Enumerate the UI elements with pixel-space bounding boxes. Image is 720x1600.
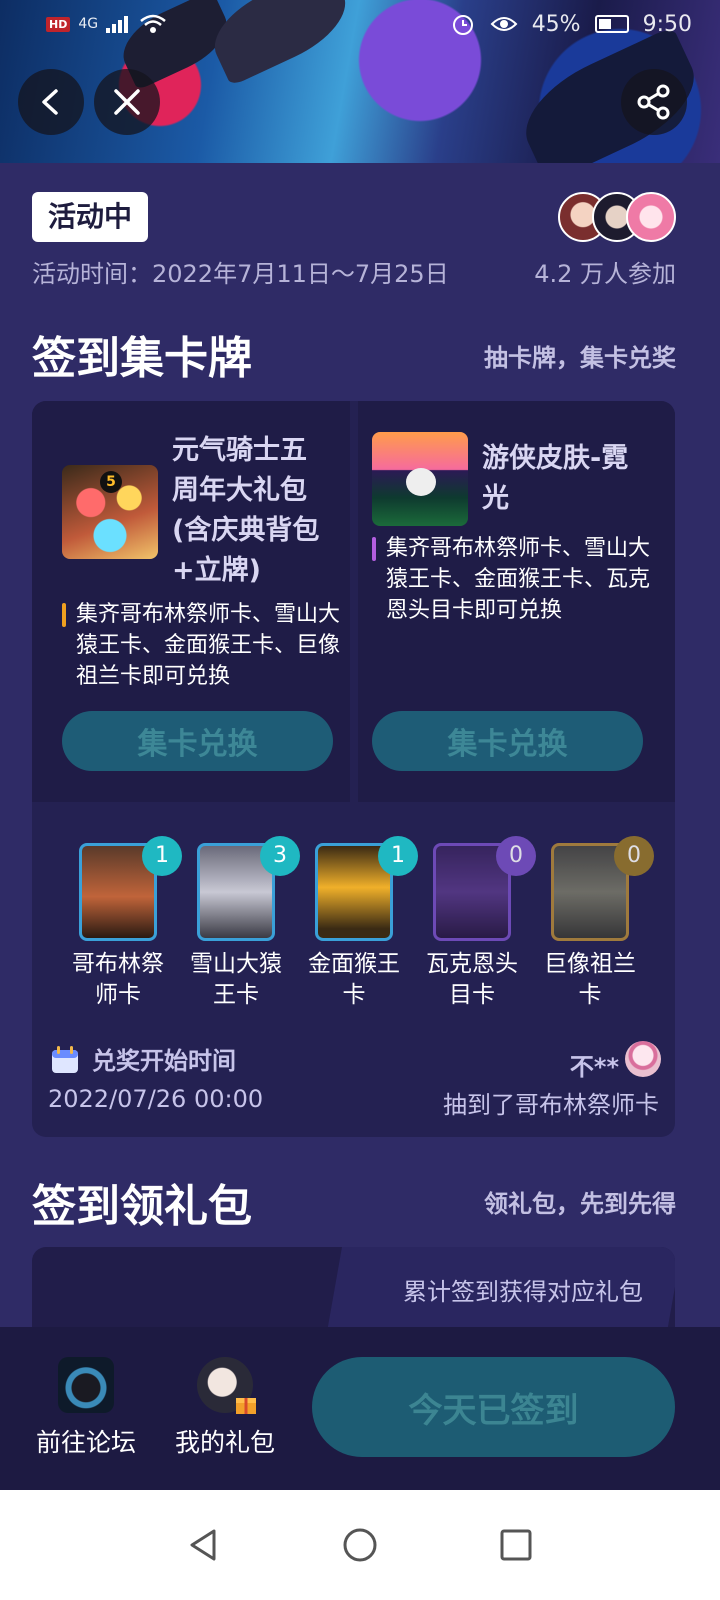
card-collection-panel: 5 元气骑士五周年大礼包(含庆典背包+立牌) 集齐哥布林祭师卡、雪山大猿王卡、金… (32, 401, 675, 1137)
section-title-cards: 签到集卡牌 (32, 333, 252, 384)
card-item-snow-ape-king[interactable]: 3 雪山大猿王卡 (181, 831, 300, 1011)
card-image: 0 (551, 836, 654, 941)
close-button[interactable] (94, 69, 160, 135)
redeem-button[interactable]: 集卡兑换 (372, 711, 643, 771)
reward-condition-text: 集齐哥布林祭师卡、雪山大猿王卡、金面猴王卡、瓦克恩头目卡即可兑换 (386, 536, 651, 623)
system-navigation-bar (0, 1490, 720, 1600)
winner-detail: 抽到了哥布林祭师卡 (443, 1091, 659, 1119)
reward-thumbnail (372, 432, 468, 526)
winner-name: 不** (569, 1053, 619, 1081)
battery-percent: 45% (531, 11, 581, 37)
reward-name: 元气骑士五周年大礼包(含庆典背包+立牌) (172, 435, 320, 586)
card-label: 金面猴王卡 (308, 951, 400, 1008)
forum-icon (58, 1357, 114, 1413)
card-collection-row: 1 哥布林祭师卡 3 雪山大猿王卡 1 金面猴王卡 0 瓦克恩头目卡 0 巨像祖… (32, 831, 675, 1021)
hd-indicator: HD (46, 16, 71, 32)
nav-back-icon[interactable] (186, 1527, 222, 1563)
card-label: 瓦克恩头目卡 (426, 951, 518, 1008)
reward-thumbnail: 5 (62, 465, 158, 559)
status-badge: 活动中 (32, 192, 149, 242)
share-button[interactable] (621, 69, 687, 135)
my-gifts-label: 我的礼包 (174, 1428, 275, 1457)
alarm-icon (452, 15, 473, 35)
eye-icon (490, 17, 518, 31)
back-button[interactable] (18, 69, 84, 135)
participant-avatars[interactable] (558, 192, 676, 242)
chevron-left-icon (42, 89, 58, 115)
wifi-icon (140, 14, 166, 33)
my-gifts-button[interactable]: 我的礼包 (165, 1357, 285, 1459)
card-label: 雪山大猿王卡 (190, 951, 282, 1008)
participant-count: 4.2 万人参加 (534, 260, 676, 288)
close-icon (114, 89, 140, 115)
forum-label: 前往论坛 (35, 1428, 136, 1457)
signin-button[interactable]: 今天已签到 (312, 1357, 675, 1457)
card-item-vaken-chief[interactable]: 0 瓦克恩头目卡 (417, 831, 536, 1011)
status-bar: HD 4G 45% 9:50 (0, 0, 720, 48)
condition-accent (372, 537, 376, 561)
reward-name: 游侠皮肤-霓光 (482, 443, 629, 514)
avatar (626, 192, 676, 242)
section-title-gifts: 签到领礼包 (32, 1181, 252, 1232)
my-gifts-icon (197, 1357, 256, 1414)
signal-icon (106, 16, 129, 33)
skin-art (406, 468, 436, 496)
nav-recents-icon[interactable] (498, 1527, 534, 1563)
share-icon (637, 84, 670, 120)
gift-icon (236, 1398, 256, 1414)
network-indicator: 4G (78, 16, 99, 32)
card-image: 0 (433, 836, 536, 941)
forum-button[interactable]: 前往论坛 (26, 1357, 146, 1459)
card-item-goblin-priest[interactable]: 1 哥布林祭师卡 (63, 831, 182, 1011)
nav-home-icon[interactable] (342, 1527, 378, 1563)
redeem-button[interactable]: 集卡兑换 (62, 711, 333, 771)
reward-condition: 集齐哥布林祭师卡、雪山大猿王卡、金面猴王卡、巨像祖兰卡即可兑换 (62, 599, 342, 692)
card-count-badge: 3 (260, 836, 300, 876)
reward-condition: 集齐哥布林祭师卡、雪山大猿王卡、金面猴王卡、瓦克恩头目卡即可兑换 (372, 533, 652, 626)
card-label: 巨像祖兰卡 (544, 951, 636, 1008)
section-subtitle-cards: 抽卡牌，集卡兑奖 (484, 344, 676, 372)
condition-accent (62, 603, 66, 627)
card-count-badge: 1 (142, 836, 182, 876)
redeem-time-label: 兑奖开始时间 (92, 1047, 236, 1075)
reward-card: 游侠皮肤-霓光 集齐哥布林祭师卡、雪山大猿王卡、金面猴王卡、瓦克恩头目卡即可兑换… (358, 401, 675, 802)
activity-time: 活动时间：2022年7月11日～7月25日 (32, 260, 449, 288)
section-subtitle-gifts: 领礼包，先到先得 (484, 1190, 676, 1218)
clock: 9:50 (642, 11, 692, 37)
card-image: 1 (79, 836, 182, 941)
battery-icon (594, 15, 629, 33)
card-label: 哥布林祭师卡 (72, 951, 164, 1008)
card-count-badge: 0 (496, 836, 536, 876)
card-image: 3 (197, 836, 300, 941)
card-item-golden-monkey-king[interactable]: 1 金面猴王卡 (299, 831, 418, 1011)
card-item-colossus-zulan[interactable]: 0 巨像祖兰卡 (535, 831, 654, 1011)
card-image: 1 (315, 836, 418, 941)
card-count-badge: 0 (614, 836, 654, 876)
avatar (625, 1041, 661, 1077)
redeem-time: 2022/07/26 00:00 (48, 1085, 264, 1113)
reward-condition-text: 集齐哥布林祭师卡、雪山大猿王卡、金面猴王卡、巨像祖兰卡即可兑换 (76, 602, 341, 689)
anniversary-badge: 5 (100, 471, 122, 493)
reward-card: 5 元气骑士五周年大礼包(含庆典背包+立牌) 集齐哥布林祭师卡、雪山大猿王卡、金… (32, 401, 350, 802)
card-count-badge: 1 (378, 836, 418, 876)
gift-description: 累计签到获得对应礼包 (403, 1278, 643, 1306)
bottom-action-bar: 前往论坛 我的礼包 今天已签到 (0, 1327, 720, 1490)
calendar-icon (52, 1046, 78, 1073)
